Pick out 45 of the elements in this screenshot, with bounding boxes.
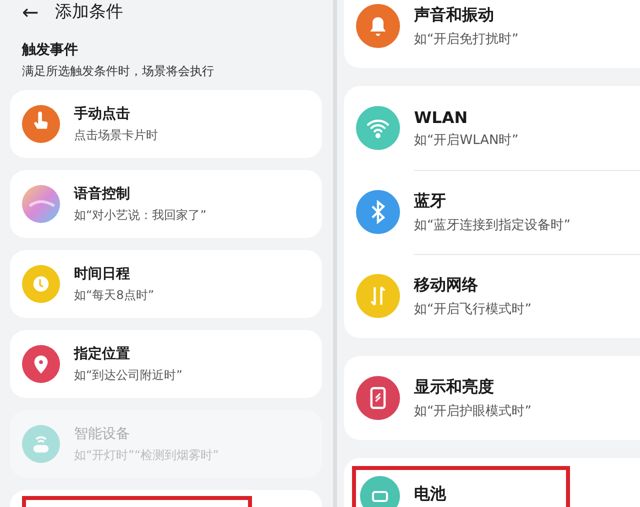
wifi-icon <box>356 106 400 150</box>
trigger-title: 语音控制 <box>74 184 131 202</box>
trigger-title: 时间日程 <box>74 264 131 282</box>
condition-description: 如“开启护眼模式时” <box>414 402 532 420</box>
wireless-device-icon <box>22 425 60 463</box>
trigger-card[interactable]: 手动点击 点击场景卡片时 <box>10 90 322 158</box>
condition-row[interactable]: 显示和亮度 如“开启护眼模式时” <box>344 356 640 440</box>
condition-title: 移动网络 <box>414 275 479 296</box>
arrows-icon <box>356 274 400 318</box>
trigger-description: 如“每天8点时” <box>74 286 156 304</box>
clock-icon <box>22 265 60 303</box>
trigger-description: 如“到达公司附近时” <box>74 366 184 384</box>
section-description: 满足所选触发条件时，场景将会执行 <box>22 63 215 80</box>
condition-title: 声音和振动 <box>414 4 495 26</box>
trigger-description: 如“对小艺说：我回家了” <box>74 206 208 224</box>
section-title: 触发事件 <box>22 41 79 59</box>
trigger-card[interactable]: 时间日程 如“每天8点时” <box>10 250 322 318</box>
condition-row[interactable]: 声音和振动 如“开启免打扰时” <box>344 0 640 68</box>
voice-orb-icon <box>22 185 60 223</box>
trigger-description: 点击场景卡片时 <box>74 126 159 144</box>
condition-row[interactable]: 移动网络 如“开启飞行模式时” <box>344 254 640 338</box>
back-button[interactable]: ← <box>22 2 39 22</box>
bluetooth-icon <box>356 190 400 234</box>
condition-title: 显示和亮度 <box>414 376 495 398</box>
trigger-description: 如“开灯时”“检测到烟雾时” <box>74 446 220 464</box>
phone-screen-icon <box>356 376 400 420</box>
condition-description: 如“开启WLAN时” <box>414 132 520 148</box>
condition-title: WLAN <box>414 108 469 126</box>
trigger-title: 手动点击 <box>74 104 131 122</box>
condition-description: 如“开启免打扰时” <box>414 30 520 48</box>
bell-icon <box>356 4 400 48</box>
trigger-title: 指定位置 <box>74 344 131 362</box>
trigger-title: 智能设备 <box>74 424 131 442</box>
condition-description: 如“蓝牙连接到指定设备时” <box>414 217 572 234</box>
trigger-card[interactable]: 语音控制 如“对小艺说：我回家了” <box>10 170 322 238</box>
trigger-card[interactable]: 指定位置 如“到达公司附近时” <box>10 330 322 398</box>
condition-description: 如“开启飞行模式时” <box>414 301 532 318</box>
hand-tap-icon <box>22 105 60 143</box>
condition-row[interactable]: 蓝牙 如“蓝牙连接到指定设备时” <box>344 170 640 254</box>
condition-row[interactable]: 电池 <box>344 458 640 507</box>
condition-row[interactable]: WLAN 如“开启WLAN时” <box>344 86 640 170</box>
condition-title: 蓝牙 <box>414 191 447 212</box>
location-pin-icon <box>22 345 60 383</box>
condition-title: 电池 <box>414 484 446 505</box>
page-title: 添加条件 <box>54 1 123 23</box>
